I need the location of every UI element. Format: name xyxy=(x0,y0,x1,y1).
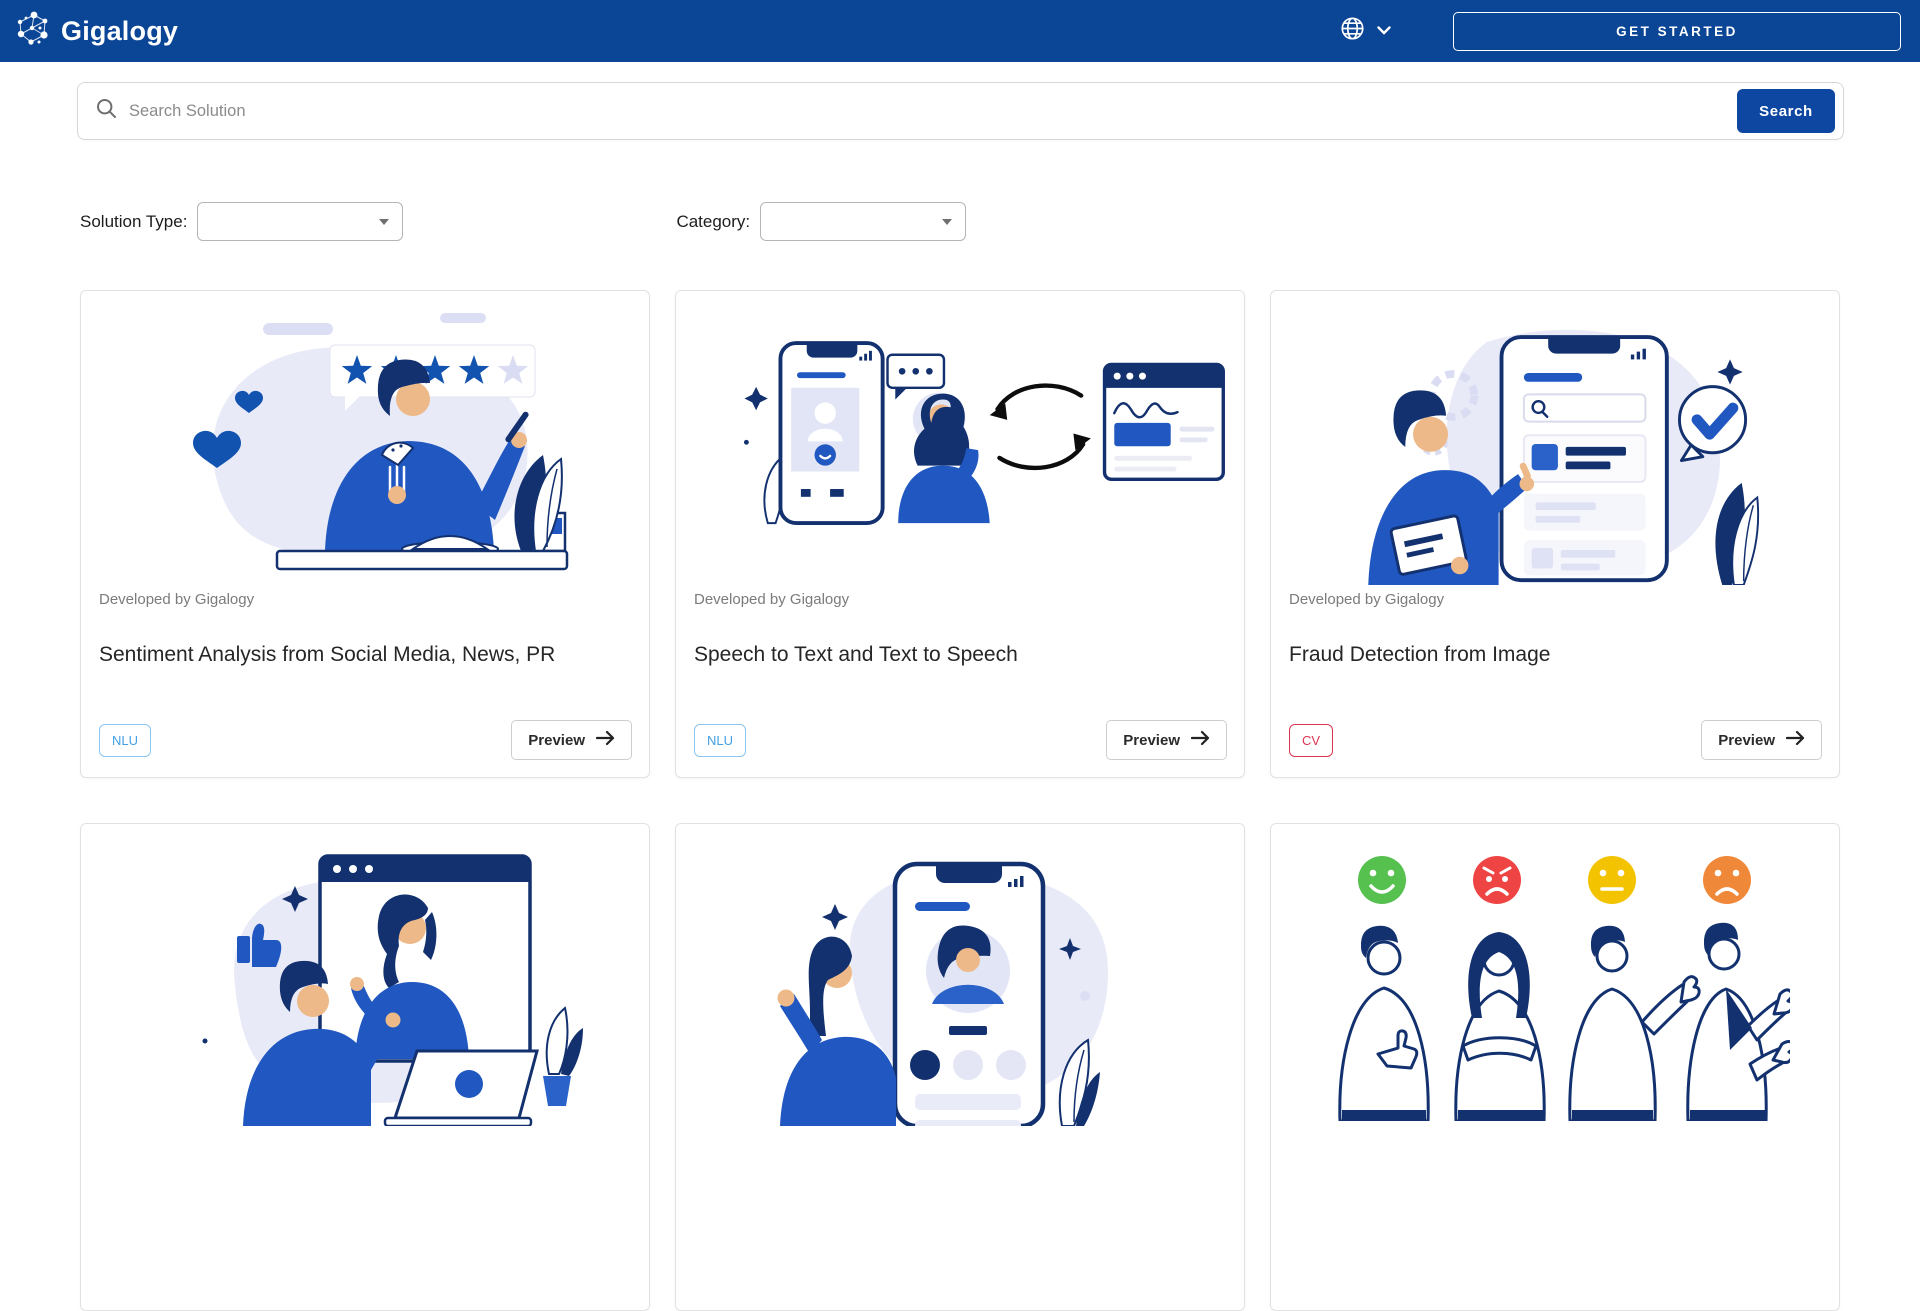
emoji-feedback-illustration xyxy=(1271,836,1839,1118)
solution-card-row2-2 xyxy=(675,823,1245,1311)
category-select[interactable] xyxy=(760,202,966,241)
solution-type-select[interactable] xyxy=(197,202,403,241)
globe-icon xyxy=(1340,16,1365,46)
brand-logo[interactable]: Gigalogy xyxy=(14,9,178,54)
search-button[interactable]: Search xyxy=(1737,89,1835,133)
filters-row: Solution Type: Category: xyxy=(80,202,966,241)
developed-by: Developed by Gigalogy xyxy=(99,591,254,608)
card-title: Fraud Detection from Image xyxy=(1289,643,1550,667)
sentiment-rating-illustration xyxy=(81,303,649,585)
mobile-profile-illustration xyxy=(676,836,1244,1118)
card-title: Sentiment Analysis from Social Media, Ne… xyxy=(99,643,555,667)
card-title: Speech to Text and Text to Speech xyxy=(694,643,1018,667)
top-navbar: Gigalogy GET STARTED xyxy=(0,0,1920,62)
speech-text-conversion-illustration xyxy=(676,303,1244,585)
caret-down-icon xyxy=(379,219,389,225)
preview-button[interactable]: Preview xyxy=(1106,720,1227,760)
caret-down-icon xyxy=(942,219,952,225)
solution-card-sentiment-analysis: Developed by Gigalogy Sentiment Analysis… xyxy=(80,290,650,778)
search-bar: Search xyxy=(77,82,1844,140)
language-selector[interactable] xyxy=(1340,16,1391,46)
tag-badge-nlu: NLU xyxy=(694,724,746,757)
search-input[interactable] xyxy=(129,102,1737,121)
category-label: Category: xyxy=(676,212,750,232)
get-started-button[interactable]: GET STARTED xyxy=(1453,12,1901,51)
developed-by: Developed by Gigalogy xyxy=(694,591,849,608)
preview-button[interactable]: Preview xyxy=(511,720,632,760)
developed-by: Developed by Gigalogy xyxy=(1289,591,1444,608)
video-call-review-illustration xyxy=(81,836,649,1118)
preview-button[interactable]: Preview xyxy=(1701,720,1822,760)
arrow-right-icon xyxy=(1786,730,1805,750)
arrow-right-icon xyxy=(596,730,615,750)
solution-card-row2-1 xyxy=(80,823,650,1311)
tag-badge-cv: CV xyxy=(1289,724,1333,757)
arrow-right-icon xyxy=(1191,730,1210,750)
fraud-detection-phone-illustration xyxy=(1271,303,1839,585)
category-filter: Category: xyxy=(676,202,966,241)
solution-card-grid: Developed by Gigalogy Sentiment Analysis… xyxy=(80,290,1840,1311)
search-icon xyxy=(96,98,117,124)
gigalogy-network-icon xyxy=(14,9,54,54)
solution-card-row2-3 xyxy=(1270,823,1840,1311)
solution-card-speech-text: Developed by Gigalogy Speech to Text and… xyxy=(675,290,1245,778)
chevron-down-icon xyxy=(1377,22,1391,40)
solution-type-label: Solution Type: xyxy=(80,212,187,232)
tag-badge-nlu: NLU xyxy=(99,724,151,757)
brand-name: Gigalogy xyxy=(61,16,178,47)
solution-type-filter: Solution Type: xyxy=(80,202,403,241)
solution-card-fraud-detection: Developed by Gigalogy Fraud Detection fr… xyxy=(1270,290,1840,778)
